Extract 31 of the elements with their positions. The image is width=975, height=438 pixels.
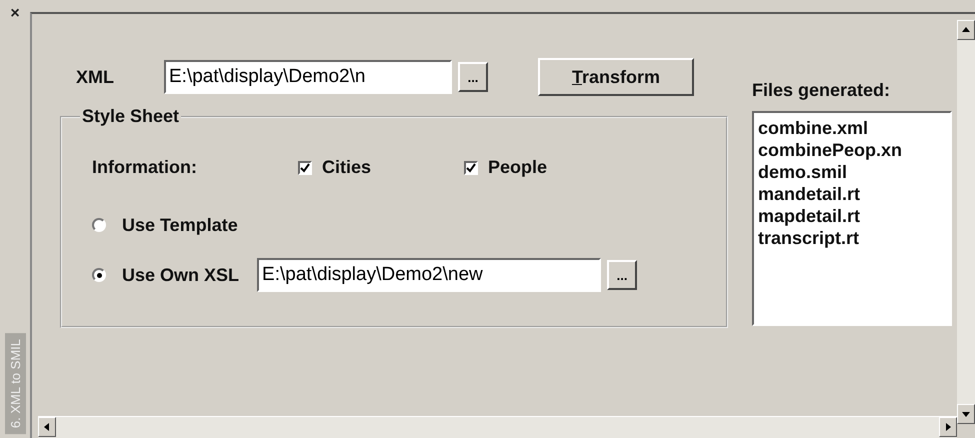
radio-button[interactable] bbox=[92, 268, 106, 282]
mnemonic-letter: T bbox=[572, 66, 582, 86]
information-label: Information: bbox=[92, 157, 198, 178]
scroll-down-icon[interactable] bbox=[957, 404, 975, 424]
checkbox-box[interactable] bbox=[298, 160, 312, 174]
xml-label: XML bbox=[76, 66, 115, 88]
radio-button[interactable] bbox=[92, 218, 106, 232]
xml-path-field[interactable]: E:\pat\display\Demo2\n bbox=[164, 60, 452, 94]
file-item[interactable]: mapdetail.rt bbox=[758, 205, 946, 227]
files-label: Files generated: bbox=[752, 80, 892, 101]
radio-option[interactable]: Use Own XSL bbox=[92, 264, 240, 286]
transform-button[interactable]: Transform bbox=[538, 58, 694, 96]
file-item[interactable]: transcript.rt bbox=[758, 227, 946, 249]
browse-button[interactable]: ... bbox=[458, 62, 488, 92]
checkbox-box[interactable] bbox=[464, 160, 478, 174]
horizontal-scrollbar[interactable] bbox=[38, 416, 957, 438]
file-item[interactable]: mandetail.rt bbox=[758, 183, 946, 205]
scroll-left-icon[interactable] bbox=[38, 417, 56, 437]
file-item[interactable]: combine.xml bbox=[758, 117, 946, 139]
close-button[interactable]: × bbox=[10, 6, 20, 22]
scroll-right-icon[interactable] bbox=[939, 417, 957, 437]
checkbox[interactable]: Cities bbox=[298, 157, 464, 178]
scroll-up-icon[interactable] bbox=[957, 20, 975, 40]
file-item[interactable]: demo.smil bbox=[758, 161, 946, 183]
radio-option[interactable]: Use Template bbox=[92, 214, 238, 236]
group-title: Style Sheet bbox=[81, 106, 180, 127]
file-item[interactable]: combinePeop.xn bbox=[758, 139, 946, 161]
xsl-path-field[interactable]: E:\pat\display\Demo2\new bbox=[257, 258, 602, 292]
vertical-scrollbar[interactable] bbox=[957, 20, 975, 424]
browse-button[interactable]: ... bbox=[607, 260, 638, 290]
checkbox[interactable]: People bbox=[464, 157, 630, 178]
